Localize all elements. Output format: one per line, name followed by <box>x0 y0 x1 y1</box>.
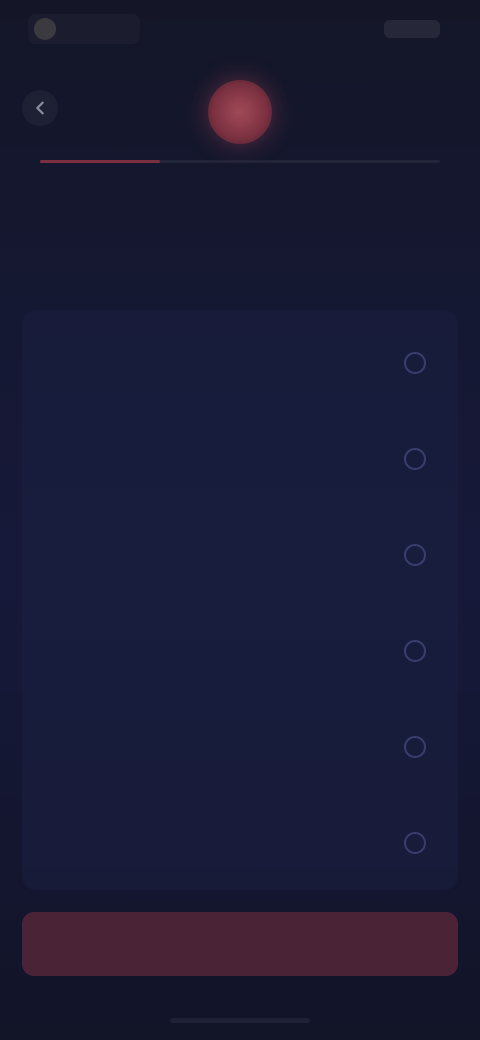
option-1[interactable] <box>36 328 444 400</box>
option-4[interactable] <box>36 616 444 688</box>
radio-circle-icon <box>404 640 426 662</box>
radio-circle-icon <box>404 352 426 374</box>
radio-circle-icon <box>404 544 426 566</box>
status-indicators <box>384 20 440 38</box>
app-dot-icon <box>34 18 56 40</box>
radio-circle-icon <box>404 736 426 758</box>
options-list <box>22 310 458 890</box>
screen <box>0 0 480 1040</box>
progress-bar <box>40 160 440 163</box>
avatar <box>208 80 272 144</box>
option-5[interactable] <box>36 712 444 784</box>
progress-fill <box>40 160 160 163</box>
chevron-left-icon <box>36 101 44 115</box>
home-indicator <box>170 1018 310 1023</box>
status-left <box>28 14 140 44</box>
option-3[interactable] <box>36 520 444 592</box>
radio-circle-icon <box>404 832 426 854</box>
option-2[interactable] <box>36 424 444 496</box>
back-button[interactable] <box>22 90 58 126</box>
option-6[interactable] <box>36 808 444 880</box>
status-bar <box>0 0 480 56</box>
radio-circle-icon <box>404 448 426 470</box>
continue-button[interactable] <box>22 912 458 976</box>
